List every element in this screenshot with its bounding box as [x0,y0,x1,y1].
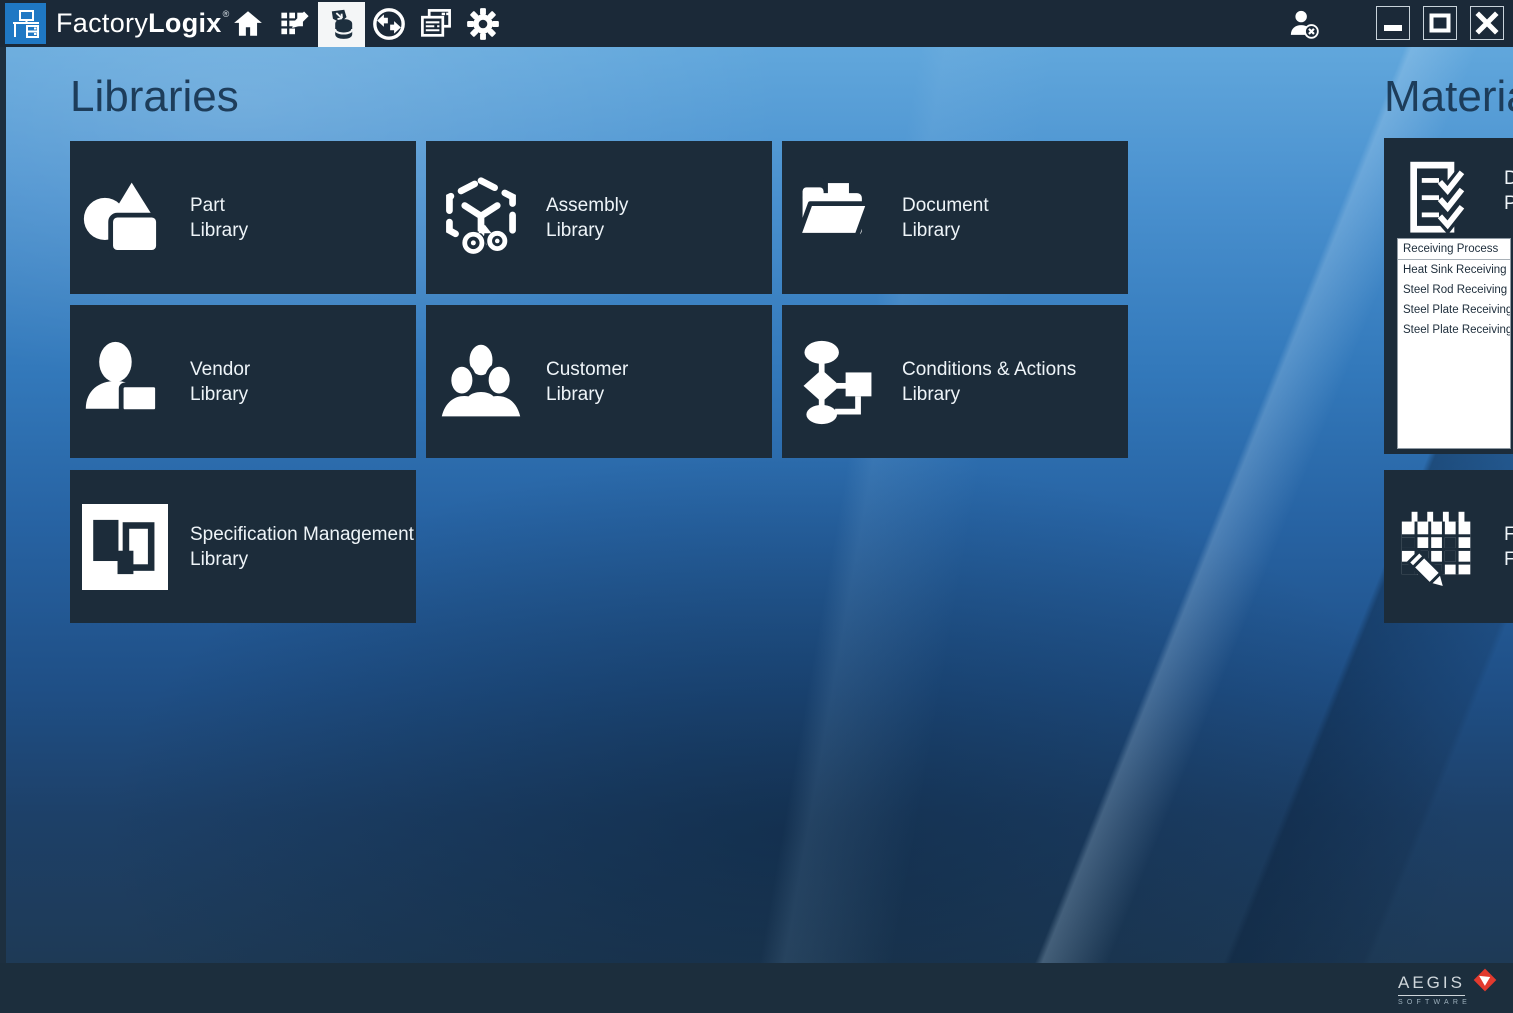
tile-part-library[interactable]: Part Library [70,141,416,294]
tile-label: Document Library [902,193,989,243]
tile-label: Customer Library [546,357,628,407]
specification-documents-icon [78,500,172,594]
tile-label: Conditions & Actions Library [902,357,1076,407]
tile-customer-library[interactable]: Customer Library [426,305,772,458]
tile-label-line2: P [1504,191,1513,216]
user-signed-out-icon[interactable] [1287,7,1321,41]
tile-materials-planning[interactable]: F F [1384,470,1513,623]
transfer-circle-arrows-icon[interactable] [365,0,412,47]
settings-gear-icon[interactable] [459,0,506,47]
main-navigation [224,0,506,47]
tile-label-line2: Library [546,382,628,407]
tile-label: Assembly Library [546,193,628,243]
tile-specification-management-library[interactable]: Specification Management Library [70,470,416,623]
tile-label-line1: Document [902,193,989,218]
factorylogix-logo [5,3,46,44]
desk-workstation-icon [10,8,42,40]
checklist-icon [1392,154,1486,248]
app-title: FactoryLogix® [56,0,230,47]
aegis-software-label: SOFTWARE [1398,999,1498,1006]
tile-label-line1: Conditions & Actions [902,357,1076,382]
tile-label-line1: Vendor [190,357,250,382]
tile-label-line2: Library [902,218,989,243]
tile-label: Specification Management Library [190,522,414,572]
tile-label-line1: Part [190,193,248,218]
minimize-button[interactable] [1376,6,1410,40]
list-item[interactable]: Steel Plate Receiving Process [1398,320,1510,340]
tile-label-line1: D [1504,166,1513,191]
window-left-border [0,47,6,963]
receiving-process-list[interactable]: Receiving Process Heat Sink Receiving Pr… [1397,238,1511,449]
vendor-person-briefcase-icon [78,335,172,429]
tile-label: Part Library [190,193,248,243]
aegis-wordmark: AEGIS [1398,973,1465,996]
document-folder-icon [790,171,884,265]
tile-label-line1: Assembly [546,193,628,218]
libraries-database-icon[interactable] [318,2,365,47]
tile-label-line1: F [1504,522,1513,547]
tile-document-library[interactable]: Document Library [782,141,1128,294]
brand-suffix: Logix [148,8,222,39]
window-controls [1376,6,1504,40]
tile-label: Vendor Library [190,357,250,407]
aegis-software-logo: AEGIS SOFTWARE [1398,973,1498,1006]
title-bar: FactoryLogix® [0,0,1513,47]
tile-label-line2: Library [902,382,1076,407]
tile-label-line2: Library [190,218,248,243]
brand-prefix: Factory [56,8,148,39]
tile-receiving-processes[interactable]: D P Receiving Process Heat Sink Receivin… [1384,138,1513,454]
tile-label-truncated: D P [1504,166,1513,216]
calendar-pencil-icon [1392,500,1486,594]
tile-label-truncated: F F [1504,522,1513,572]
tile-label-line1: Customer [546,357,628,382]
tile-label-line1: Specification Management [190,522,414,547]
reports-windows-icon[interactable] [412,0,459,47]
tile-label-line2: Library [190,382,250,407]
assembly-cube-gears-icon [434,171,528,265]
receiving-process-list-header: Receiving Process [1398,239,1510,260]
page-title-libraries: Libraries [70,72,239,122]
aegis-red-diamond-icon [1470,965,1500,1000]
list-item[interactable]: Steel Plate Receiving Process [1398,300,1510,320]
tile-label-line2: Library [546,218,628,243]
page-title-materials: Materials [1384,72,1513,122]
tile-vendor-library[interactable]: Vendor Library [70,305,416,458]
flowchart-icon [790,335,884,429]
part-shapes-icon [78,171,172,265]
maximize-button[interactable] [1423,6,1457,40]
tile-conditions-actions-library[interactable]: Conditions & Actions Library [782,305,1128,458]
planning-grid-pencil-icon[interactable] [271,0,318,47]
status-bar: AEGIS SOFTWARE [0,963,1513,1013]
tile-assembly-library[interactable]: Assembly Library [426,141,772,294]
customer-people-icon [434,335,528,429]
close-button[interactable] [1470,6,1504,40]
tile-label-line2: Library [190,547,414,572]
list-item[interactable]: Heat Sink Receiving Process [1398,260,1510,280]
tile-label-line2: F [1504,547,1513,572]
list-item[interactable]: Steel Rod Receiving Process [1398,280,1510,300]
home-icon[interactable] [224,0,271,47]
